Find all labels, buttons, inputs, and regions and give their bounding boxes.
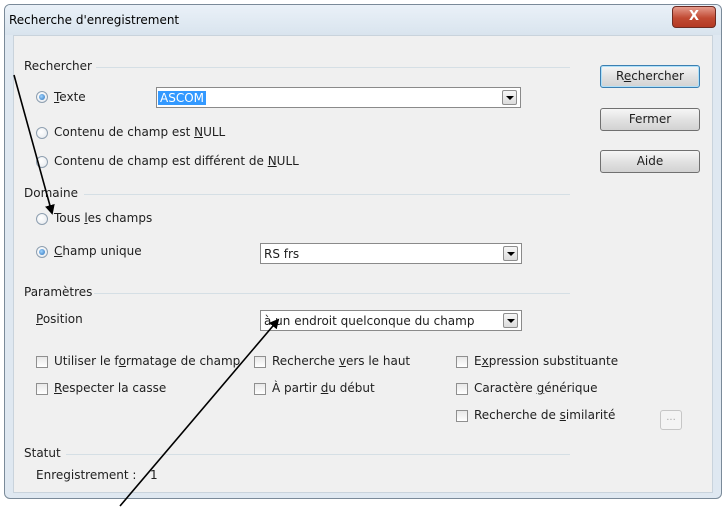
- record-value: 1: [150, 468, 158, 482]
- single-field-radio[interactable]: [36, 246, 48, 258]
- not-null-content-radio[interactable]: [36, 156, 48, 168]
- search-backwards-checkbox[interactable]: [254, 356, 266, 368]
- search-backwards-label[interactable]: Recherche vers le haut: [272, 354, 410, 368]
- match-case-checkbox[interactable]: [36, 383, 48, 395]
- chevron-down-icon[interactable]: [503, 313, 518, 328]
- domain-section-label: Domaine: [24, 186, 78, 200]
- use-field-format-label[interactable]: Utiliser le formatage de champ: [54, 354, 240, 368]
- wildcard-checkbox[interactable]: [456, 383, 468, 395]
- text-radio[interactable]: [36, 91, 48, 103]
- close-button[interactable]: Fermer: [600, 108, 700, 131]
- position-label: Position: [36, 312, 83, 326]
- close-window-button[interactable]: X: [672, 6, 716, 28]
- field-value[interactable]: RS frs: [264, 247, 299, 261]
- regular-expression-label[interactable]: Expression substituante: [474, 354, 618, 368]
- all-fields-radio[interactable]: [36, 213, 48, 225]
- null-content-radio[interactable]: [36, 127, 48, 139]
- null-content-label[interactable]: Contenu de champ est NULL: [54, 125, 225, 139]
- status-section-label: Statut: [24, 446, 61, 460]
- chevron-down-icon[interactable]: [502, 90, 517, 105]
- chevron-down-icon[interactable]: [503, 246, 518, 261]
- search-text-value[interactable]: ASCOM: [158, 91, 207, 105]
- match-case-label[interactable]: Respecter la casse: [54, 381, 166, 395]
- record-label: Enregistrement :: [36, 468, 137, 482]
- text-radio-label[interactable]: Texte: [54, 90, 86, 104]
- from-start-checkbox[interactable]: [254, 383, 266, 395]
- position-combobox[interactable]: à un endroit quelconque du champ: [260, 310, 522, 331]
- status-section-divider: [66, 454, 570, 455]
- search-text-combobox[interactable]: ASCOM: [156, 87, 521, 108]
- search-section-divider: [96, 67, 570, 68]
- title-bar[interactable]: Recherche d'enregistrement X: [5, 5, 721, 35]
- settings-section-label: Paramètres: [24, 285, 93, 299]
- single-field-label[interactable]: Champ unique: [54, 244, 142, 258]
- wildcard-label[interactable]: Caractère générique: [474, 381, 597, 395]
- settings-section-divider: [94, 293, 570, 294]
- use-field-format-checkbox[interactable]: [36, 356, 48, 368]
- dialog-body: Rechercher Texte ASCOM Contenu de champ …: [13, 35, 713, 493]
- search-button[interactable]: Rechercher: [600, 65, 700, 88]
- domain-section-divider: [84, 194, 570, 195]
- regular-expression-checkbox[interactable]: [456, 356, 468, 368]
- from-start-label[interactable]: À partir du début: [272, 381, 375, 395]
- help-button[interactable]: Aide: [600, 150, 700, 173]
- search-section-label: Rechercher: [24, 59, 92, 73]
- all-fields-label[interactable]: Tous les champs: [54, 211, 152, 225]
- dialog-window: Recherche d'enregistrement X Rechercher …: [4, 4, 722, 499]
- similarity-search-checkbox[interactable]: [456, 410, 468, 422]
- similarity-settings-button[interactable]: ...: [660, 410, 682, 430]
- position-value[interactable]: à un endroit quelconque du champ: [264, 314, 474, 328]
- window-title: Recherche d'enregistrement: [9, 13, 180, 27]
- field-combobox[interactable]: RS frs: [260, 243, 522, 264]
- similarity-search-label[interactable]: Recherche de similarité: [474, 408, 615, 422]
- not-null-content-label[interactable]: Contenu de champ est différent de NULL: [54, 154, 299, 168]
